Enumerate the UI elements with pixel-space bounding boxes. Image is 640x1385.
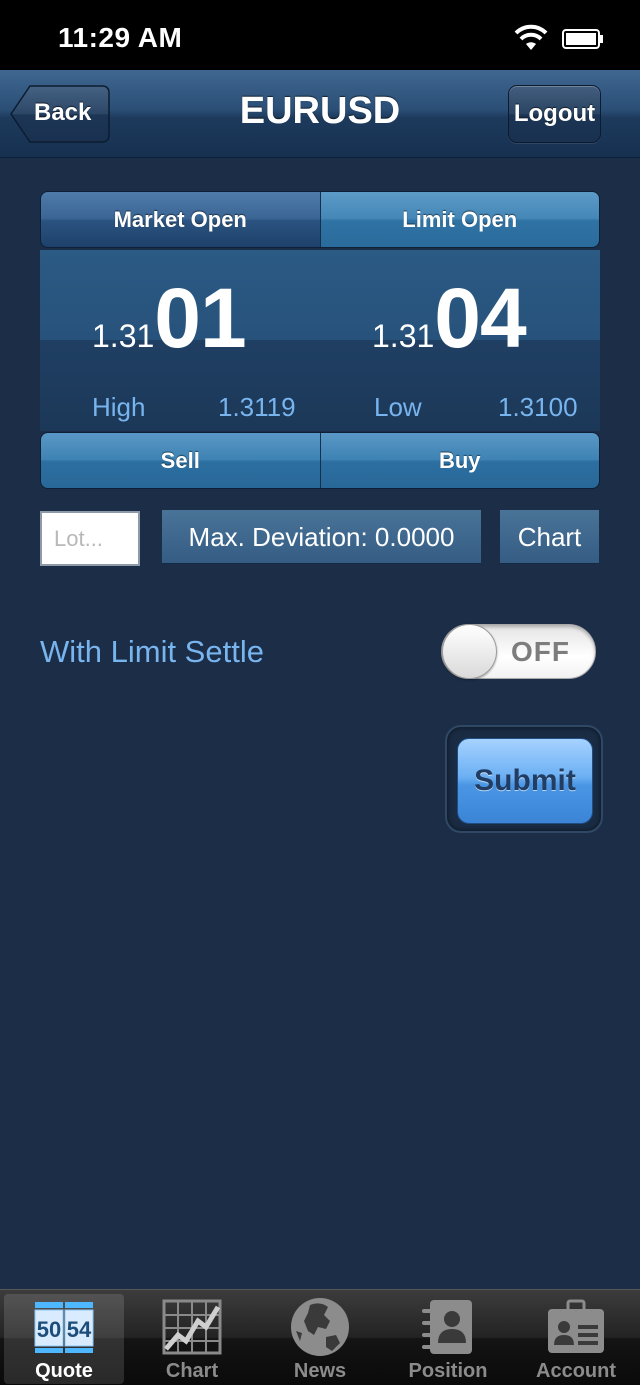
nav-bar: Back EURUSD Logout bbox=[0, 70, 640, 158]
sell-price-pips: 01 bbox=[154, 271, 246, 365]
toggle-state-label: OFF bbox=[511, 636, 570, 667]
tab-account[interactable]: Account bbox=[516, 1294, 636, 1384]
tab-news[interactable]: News bbox=[260, 1294, 380, 1384]
quote-icon-left-digits: 50 bbox=[37, 1317, 61, 1342]
quote-icon-right-digits: 54 bbox=[67, 1317, 92, 1342]
trade-action-control: Sell Buy bbox=[40, 432, 600, 489]
max-deviation-button[interactable]: Max. Deviation: 0.0000 bbox=[162, 510, 481, 564]
order-type-segmented-control: Market Open Limit Open bbox=[40, 191, 600, 248]
limit-open-segment[interactable]: Limit Open bbox=[320, 192, 599, 247]
tab-bar: 50 54 Quote Chart News Position Account bbox=[0, 1289, 640, 1385]
buy-price: 1.3104 bbox=[372, 270, 527, 367]
limit-settle-label: With Limit Settle bbox=[40, 634, 264, 669]
high-value: 1.3119 bbox=[218, 392, 296, 422]
high-label: High bbox=[92, 392, 146, 422]
tab-quote[interactable]: 50 54 Quote bbox=[4, 1294, 124, 1384]
tab-chart[interactable]: Chart bbox=[132, 1294, 252, 1384]
logout-button[interactable]: Logout bbox=[508, 85, 601, 143]
lot-input[interactable] bbox=[40, 511, 140, 566]
tab-news-label: News bbox=[293, 1360, 347, 1382]
sell-price: 1.3101 bbox=[92, 270, 247, 367]
tab-position-label: Position bbox=[408, 1360, 488, 1382]
id-badge-icon bbox=[548, 1299, 604, 1353]
limit-settle-toggle[interactable]: OFF bbox=[441, 624, 596, 679]
buy-price-pips: 04 bbox=[434, 271, 526, 365]
tab-account-label: Account bbox=[536, 1360, 616, 1382]
buy-button[interactable]: Buy bbox=[320, 433, 599, 488]
submit-button[interactable]: Submit bbox=[457, 738, 593, 824]
submit-button-frame: Submit bbox=[445, 725, 603, 833]
toggle-knob bbox=[442, 624, 497, 679]
low-label: Low bbox=[374, 392, 422, 422]
low-value: 1.3100 bbox=[498, 392, 578, 422]
tab-quote-label: Quote bbox=[35, 1360, 93, 1382]
chart-icon bbox=[162, 1299, 222, 1355]
contact-book-icon bbox=[422, 1300, 472, 1354]
buy-price-prefix: 1.31 bbox=[372, 318, 435, 354]
sell-button[interactable]: Sell bbox=[41, 433, 321, 488]
status-time: 11:29 AM bbox=[58, 22, 183, 53]
market-open-segment[interactable]: Market Open bbox=[41, 192, 321, 247]
chart-button[interactable]: Chart bbox=[500, 510, 599, 564]
quote-panel: 1.3101 1.3104 High 1.3119 Low 1.3100 bbox=[40, 250, 600, 431]
battery-icon bbox=[562, 29, 603, 49]
tab-chart-label: Chart bbox=[165, 1360, 219, 1382]
tab-position[interactable]: Position bbox=[388, 1294, 508, 1384]
quote-icon: 50 54 bbox=[34, 1302, 94, 1353]
status-bar: 11:29 AM bbox=[0, 0, 640, 70]
wifi-icon bbox=[514, 24, 548, 50]
globe-icon bbox=[291, 1298, 349, 1356]
sell-price-prefix: 1.31 bbox=[92, 318, 155, 354]
